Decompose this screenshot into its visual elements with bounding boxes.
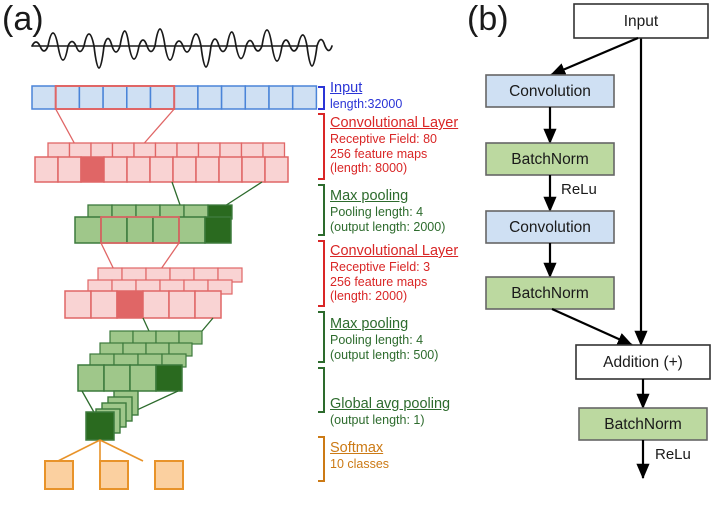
node-conv-1[interactable]: Convolution	[485, 74, 615, 108]
node-bn-2[interactable]: BatchNorm	[485, 276, 615, 310]
node-input[interactable]: Input	[573, 3, 709, 39]
panel-b-diagram: Input Convolution BatchNorm ReLu Convolu…	[485, 3, 711, 480]
node-addition-label: Addition (+)	[603, 354, 683, 371]
node-addition[interactable]: Addition (+)	[575, 344, 711, 380]
node-bn-1[interactable]: BatchNorm	[485, 142, 615, 176]
figure-root: (a) (b) Input length:32000 Convolutional…	[0, 0, 727, 509]
edge-bn2-to-addition	[551, 307, 634, 347]
node-input-label: Input	[624, 13, 659, 30]
edge-input-to-conv1	[549, 36, 639, 77]
node-bn-2-label: BatchNorm	[511, 285, 589, 302]
node-bn-3[interactable]: BatchNorm	[578, 407, 708, 441]
node-bn-3-label: BatchNorm	[604, 416, 682, 433]
edge-label-relu-2: ReLu	[655, 446, 691, 463]
node-bn-1-label: BatchNorm	[511, 151, 589, 168]
node-conv-2[interactable]: Convolution	[485, 210, 615, 244]
node-conv-2-label: Convolution	[509, 219, 591, 236]
node-conv-1-label: Convolution	[509, 83, 591, 100]
edge-label-relu-1: ReLu	[561, 181, 597, 198]
